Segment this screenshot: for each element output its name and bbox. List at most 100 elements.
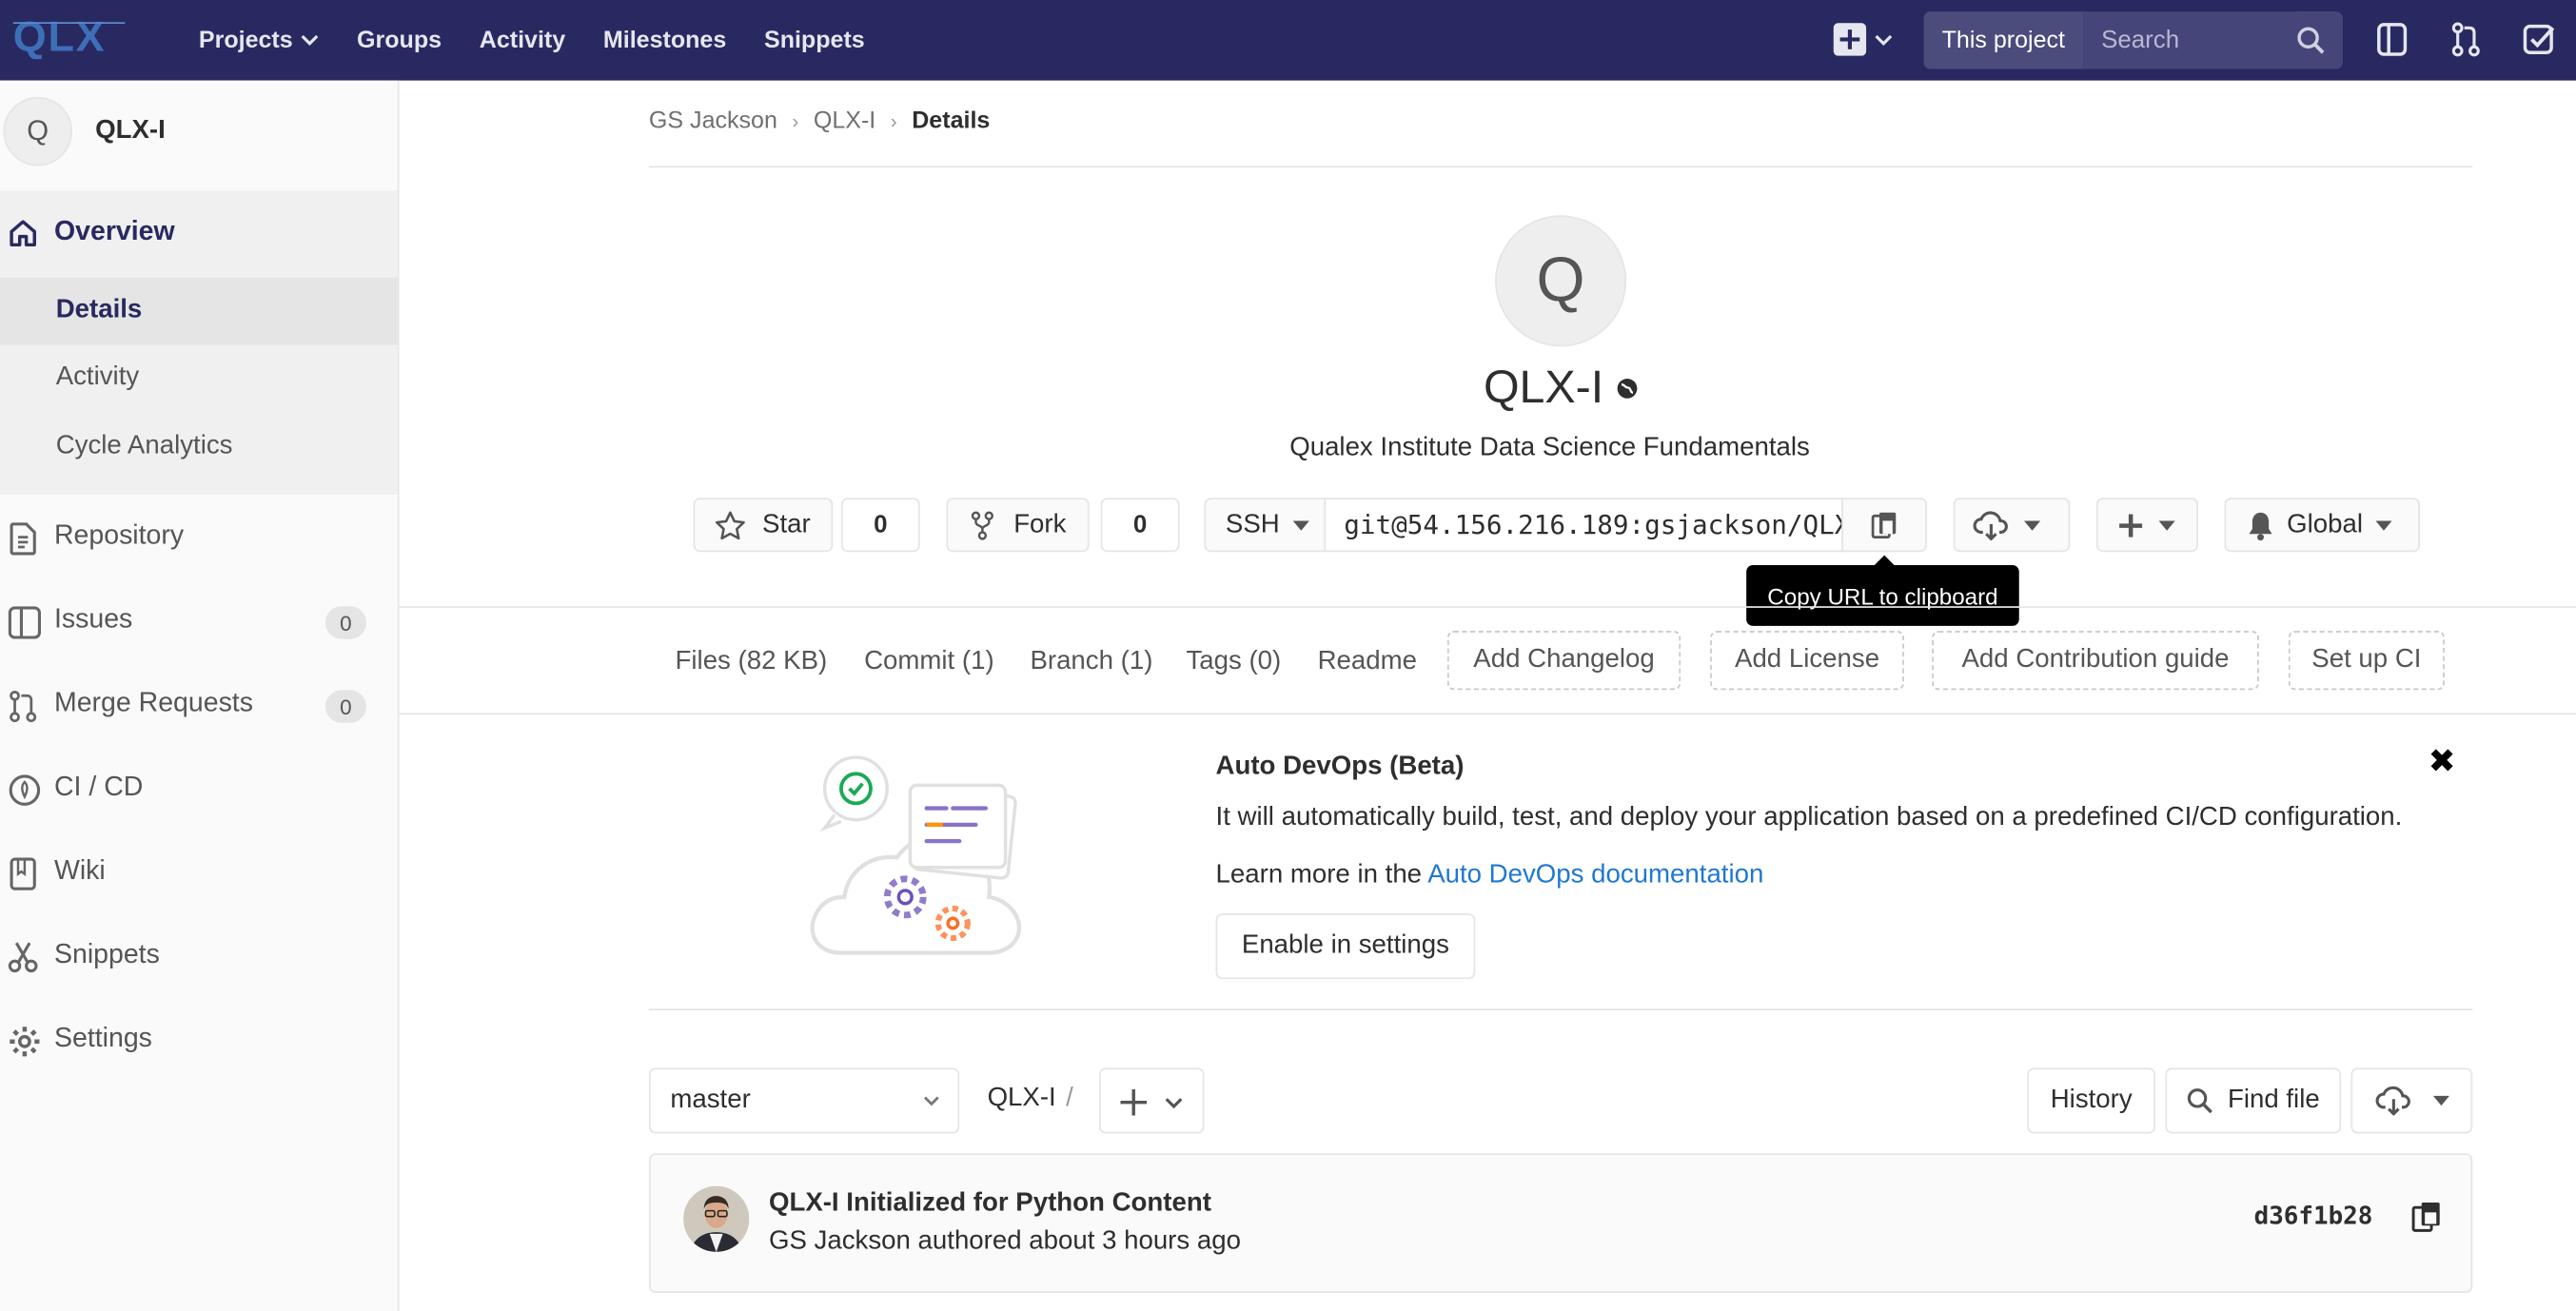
globe-icon [1617,378,1638,398]
download-dropdown[interactable] [1953,498,2071,553]
copy-url-button[interactable] [1841,498,1928,553]
tags-link[interactable]: Tags (0) [1186,647,1281,676]
caret-down-icon [2431,1095,2449,1106]
add-to-tree-dropdown[interactable] [1098,1067,1205,1134]
fork-count[interactable]: 0 [1100,498,1180,553]
commit-title-link[interactable]: QLX-I Initialized for Python Content [769,1189,1211,1219]
sidebar-item-wiki[interactable]: Wiki [0,841,398,907]
auto-devops-docs-link[interactable]: Auto DevOps documentation [1427,861,1763,889]
auto-devops-description: It will automatically build, test, and d… [1215,803,2403,832]
project-description: Qualex Institute Data Science Fundamenta… [1289,433,1810,462]
search-scope-button[interactable]: This project [1923,11,2084,69]
notification-dropdown[interactable]: Global [2224,498,2420,553]
project-avatar-large: Q [1495,215,1627,347]
divider [648,166,2473,168]
auto-devops-illustration [810,755,1022,955]
add-contribution-guide-button[interactable]: Add Contribution guide [1932,631,2259,691]
sidebar-item-ci-cd[interactable]: CI / CD [0,757,398,823]
sidebar-item-details[interactable]: Details [0,277,398,345]
breadcrumb-namespace[interactable]: GS Jackson [649,108,777,135]
star-count[interactable]: 0 [840,498,920,553]
sidebar-item-repository[interactable]: Repository [0,506,398,572]
breadcrumb: GS Jackson › QLX-I › Details [649,108,990,135]
sidebar-project-name: QLX-I [95,116,166,145]
bell-icon [2249,511,2272,540]
auto-devops-learn-more: Learn more in the Auto DevOps documentat… [1215,860,1764,890]
files-link[interactable]: Files (82 KB) [676,647,828,676]
caret-down-icon [2375,519,2393,530]
svg-text:QLX: QLX [13,13,106,59]
cloud-download-icon [1973,510,2008,540]
avatar[interactable] [683,1185,750,1252]
sidebar-item-cycle-analytics[interactable]: Cycle Analytics [0,414,398,481]
home-icon [10,220,36,247]
sidebar-project-header[interactable]: Q QLX-I [0,81,398,191]
repo-path-root[interactable]: QLX-I [988,1085,1056,1112]
chevron-right-icon: › [792,109,799,133]
add-changelog-button[interactable]: Add Changelog [1446,631,1681,691]
sidebar-item-snippets[interactable]: Snippets [0,925,398,990]
download-archive-dropdown[interactable] [2350,1067,2473,1134]
todos-nav-icon[interactable] [2522,21,2555,57]
clipboard-icon [1871,511,1897,538]
chevron-down-icon [923,1096,939,1106]
clone-url-input[interactable]: git@54.156.216.189:gsjackson/QLX-I.git [1324,498,1844,553]
sidebar: Q QLX-I Overview Details Activity Cycle … [0,80,400,1311]
sidebar-item-settings[interactable]: Settings [0,1008,398,1074]
nav-groups[interactable]: Groups [357,27,442,53]
issues-nav-icon[interactable] [2375,21,2409,57]
add-new-dropdown[interactable] [2095,498,2198,553]
gear-icon [10,1027,40,1057]
add-license-button[interactable]: Add License [1710,631,1904,691]
nav-milestones[interactable]: Milestones [603,27,726,53]
sidebar-item-activity[interactable]: Activity [0,345,398,413]
new-dropdown-button[interactable] [1833,21,1899,57]
nav-snippets[interactable]: Snippets [764,27,865,53]
search-icon [2187,1088,2212,1114]
last-commit-panel: QLX-I Initialized for Python Content GS … [648,1153,2473,1293]
star-button[interactable]: Star [693,498,834,553]
nav-activity[interactable]: Activity [480,27,565,53]
clone-protocol-dropdown[interactable]: SSH [1204,498,1327,553]
breadcrumb-current[interactable]: Details [912,108,990,135]
merge-request-nav-icon[interactable] [2451,21,2481,57]
rocket-icon [9,774,41,806]
sidebar-item-merge-requests[interactable]: Merge Requests 0 [0,674,398,739]
branch-select[interactable]: master [648,1067,960,1134]
set-up-ci-button[interactable]: Set up CI [2288,631,2445,691]
sidebar-overview-group: Overview Details Activity Cycle Analytic… [0,190,398,495]
search-icon [2297,27,2325,54]
plus-icon [1120,1088,1148,1116]
merge-requests-count-badge: 0 [324,690,366,723]
history-button[interactable]: History [2027,1067,2156,1134]
merge-request-icon [10,690,37,723]
commits-link[interactable]: Commit (1) [864,647,994,676]
branches-link[interactable]: Branch (1) [1030,647,1152,676]
fork-icon [971,510,993,539]
nav-projects[interactable]: Projects [199,27,319,53]
close-icon[interactable]: ✖ [2429,741,2456,782]
commit-sha[interactable]: d36f1b28 [2254,1201,2373,1230]
search-input[interactable]: Search [2083,11,2343,69]
fork-button[interactable]: Fork [946,498,1090,553]
find-file-button[interactable]: Find file [2165,1067,2342,1134]
project-stats-bar: Files (82 KB) Commit (1) Branch (1) Tags… [399,606,2576,715]
sidebar-item-overview[interactable]: Overview [0,204,398,263]
repository-icon [10,522,36,556]
top-navbar: QLX Projects Groups Activity Milestones … [0,0,2576,81]
plus-icon [2119,513,2143,537]
project-avatar: Q [3,96,72,166]
repo-path: QLX-I / [987,1084,1073,1113]
readme-link[interactable]: Readme [1318,647,1417,676]
enable-in-settings-button[interactable]: Enable in settings [1215,913,1476,980]
issues-icon [8,606,41,639]
chevron-right-icon: › [890,109,897,133]
breadcrumb-project[interactable]: QLX-I [814,108,875,135]
caret-down-icon [2158,519,2175,530]
book-icon [10,857,36,890]
scissors-icon [8,942,38,973]
qlx-logo[interactable]: QLX [10,13,128,59]
caret-down-icon [2023,519,2041,530]
sidebar-item-issues[interactable]: Issues 0 [0,590,398,656]
clipboard-icon[interactable] [2411,1201,2441,1232]
